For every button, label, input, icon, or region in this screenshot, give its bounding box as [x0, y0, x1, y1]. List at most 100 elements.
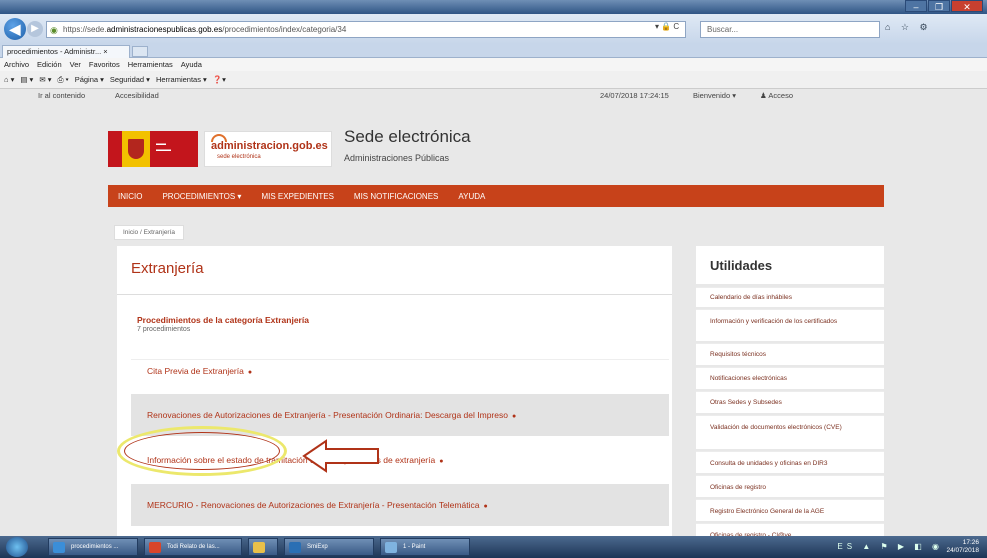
- bullet-icon: ●: [439, 458, 444, 465]
- browser-address-row: ◀ ▶ ◉ https://sede.administracionespubli…: [0, 14, 987, 44]
- menu-ver[interactable]: Ver: [70, 58, 81, 71]
- menu-bar: Archivo Edición Ver Favoritos Herramient…: [0, 58, 987, 71]
- site-header: ▬▬ ▬▬▬ administracion.gob.es sede electró…: [108, 123, 548, 179]
- sidebar-item-registro[interactable]: Registro Electrónico General de la AGE: [696, 499, 884, 521]
- sidebar-item-otras-sedes[interactable]: Otras Sedes y Subsedes: [696, 391, 884, 413]
- address-bar-buttons[interactable]: ▾ 🔒 C: [655, 22, 679, 31]
- web-page: Ir al contenido Accesibilidad 24/07/2018…: [0, 89, 987, 536]
- screen: – ❐ ✕ ◀ ▶ ◉ https://sede.administracione…: [0, 0, 987, 558]
- highlight-ellipse-inner: [124, 432, 280, 470]
- nav-procedimientos[interactable]: Procedimientos ▾: [162, 192, 241, 201]
- sidebar-item-calendario[interactable]: Calendario de días inhábiles: [696, 287, 884, 307]
- bullet-icon: ●: [247, 369, 253, 376]
- mail-icon[interactable]: ✉ ▾: [39, 71, 51, 88]
- logo-sub-text: sede electrónica: [217, 154, 261, 160]
- command-seguridad[interactable]: Seguridad ▾: [110, 71, 150, 88]
- sidebar-item-notificaciones[interactable]: Notificaciones electrónicas: [696, 367, 884, 389]
- taskbar-paint[interactable]: 1 - Paint: [380, 538, 470, 556]
- menu-ayuda[interactable]: Ayuda: [181, 58, 202, 71]
- home-icon[interactable]: ⌂ ▾: [4, 71, 14, 88]
- command-bar: ⌂ ▾ ▤ ▾ ✉ ▾ ⎙ ▾ Página ▾ Seguridad ▾ Her…: [0, 71, 987, 89]
- address-bar[interactable]: ◉ https://sede.administracionespublicas.…: [46, 21, 686, 38]
- forward-button[interactable]: ▶: [27, 21, 43, 37]
- command-pagina[interactable]: Página ▾: [75, 71, 104, 88]
- coat-of-arms-icon: [126, 137, 146, 161]
- divider: [117, 294, 672, 295]
- sidebar-item-certificados[interactable]: Información y verificación de los certif…: [696, 309, 884, 341]
- sidebar-item-clave[interactable]: Oficinas de registro - Cl@ve: [696, 523, 884, 536]
- sidebar-item-cve[interactable]: Validación de documentos electrónicos (C…: [696, 415, 884, 449]
- taskbar-ie[interactable]: procedimientos ...: [48, 538, 138, 556]
- accessibility-link[interactable]: Accesibilidad: [115, 89, 159, 103]
- utility-bar: Ir al contenido Accesibilidad 24/07/2018…: [0, 89, 987, 103]
- browser-tab[interactable]: procedimientos - Administr... ×: [2, 45, 130, 58]
- taskbar-explorer[interactable]: [248, 538, 278, 556]
- bullet-icon: ●: [483, 503, 488, 510]
- skip-to-content-link[interactable]: Ir al contenido: [38, 89, 85, 103]
- administracion-logo[interactable]: administracion.gob.es sede electrónica: [204, 131, 332, 167]
- nav-ayuda[interactable]: Ayuda: [458, 192, 485, 201]
- print-icon[interactable]: ⎙ ▾: [57, 71, 68, 88]
- site-favicon-icon: ◉: [50, 25, 58, 35]
- main-navigation: Inicio Procedimientos ▾ Mis expedientes …: [108, 185, 884, 207]
- sidebar-title: Utilidades: [696, 246, 884, 284]
- procedure-link-mercurio[interactable]: MERCURIO - Renovaciones de Autorizacione…: [131, 484, 669, 526]
- menu-herramientas[interactable]: Herramientas: [128, 58, 173, 71]
- category-title: Procedimientos de la categoría Extranjer…: [137, 315, 309, 325]
- paint-icon: [385, 542, 397, 553]
- ie-icon: [53, 542, 65, 553]
- current-datetime: 24/07/2018 17:24:15: [600, 91, 669, 100]
- procedure-label: MERCURIO - Renovaciones de Autorizacione…: [147, 500, 480, 510]
- start-button[interactable]: [6, 537, 28, 557]
- url-domain: administracionespublicas.gob.es: [106, 25, 223, 34]
- minimize-button[interactable]: –: [905, 0, 927, 12]
- close-button[interactable]: ✕: [951, 0, 983, 12]
- menu-edicion[interactable]: Edición: [37, 58, 62, 71]
- menu-archivo[interactable]: Archivo: [4, 58, 29, 71]
- procedure-link-cita-previa[interactable]: Cita Previa de Extranjería ●: [131, 359, 669, 381]
- nav-mis-notificaciones[interactable]: Mis notificaciones: [354, 192, 438, 201]
- window-titlebar: – ❐ ✕: [0, 0, 987, 14]
- site-title: Sede electrónica: [344, 127, 471, 146]
- chrome-icon: [149, 542, 161, 553]
- sidebar-item-dir3[interactable]: Consulta de unidades y oficinas en DIR3: [696, 451, 884, 473]
- logo-main-text: administracion.gob.es: [211, 140, 328, 152]
- taskbar-smiexp[interactable]: SmiExp: [284, 538, 374, 556]
- command-herramientas[interactable]: Herramientas ▾: [156, 71, 207, 88]
- government-logo[interactable]: ▬▬ ▬▬▬: [108, 131, 198, 167]
- back-button[interactable]: ◀: [4, 18, 26, 40]
- procedure-label: Cita Previa de Extranjería: [147, 366, 244, 376]
- tab-row: procedimientos - Administr... ×: [0, 44, 987, 58]
- browser-toolbar-icons[interactable]: ⌂ ☆ ⚙: [885, 22, 932, 33]
- help-icon[interactable]: ❓▾: [213, 71, 226, 88]
- url-path: /procedimientos/index/categoria/34: [222, 25, 347, 34]
- new-tab-button[interactable]: [132, 46, 148, 57]
- sidebar-item-requisitos[interactable]: Requisitos técnicos: [696, 343, 884, 365]
- app-icon: [289, 542, 301, 553]
- nav-inicio[interactable]: Inicio: [118, 192, 142, 201]
- callout-arrow-icon: [302, 439, 379, 473]
- maximize-button[interactable]: ❐: [928, 0, 950, 12]
- taskbar-chrome[interactable]: Todi Relato de las...: [144, 538, 242, 556]
- nav-mis-expedientes[interactable]: Mis expedientes: [261, 192, 333, 201]
- folder-icon: [253, 542, 265, 553]
- search-input[interactable]: Buscar...: [700, 21, 880, 38]
- feeds-icon[interactable]: ▤ ▾: [20, 71, 33, 88]
- site-subtitle: Administraciones Públicas: [344, 153, 450, 163]
- window-controls: – ❐ ✕: [905, 0, 983, 12]
- taskbar: procedimientos ... Todi Relato de las...…: [0, 536, 987, 558]
- sidebar-item-oficinas[interactable]: Oficinas de registro: [696, 475, 884, 497]
- main-content: Extranjería Procedimientos de la categor…: [117, 246, 672, 536]
- category-count: 7 procedimientos: [137, 326, 191, 333]
- url-prefix: https://sede.: [63, 25, 107, 34]
- utilities-sidebar: Utilidades Calendario de días inhábiles …: [696, 246, 884, 536]
- tray-icons[interactable]: ES ▲ ⚑ ▶ ◧ ◉: [837, 542, 943, 551]
- access-link[interactable]: ♟ Acceso: [760, 89, 793, 103]
- page-title: Extranjería: [131, 260, 204, 277]
- menu-favoritos[interactable]: Favoritos: [89, 58, 120, 71]
- welcome-menu[interactable]: Bienvenido ▾: [693, 89, 736, 103]
- system-clock[interactable]: 17:26 24/07/2018: [946, 539, 979, 555]
- bullet-icon: ●: [511, 413, 517, 420]
- procedure-label: Renovaciones de Autorizaciones de Extran…: [147, 410, 508, 420]
- breadcrumb[interactable]: Inicio / Extranjería: [114, 225, 185, 240]
